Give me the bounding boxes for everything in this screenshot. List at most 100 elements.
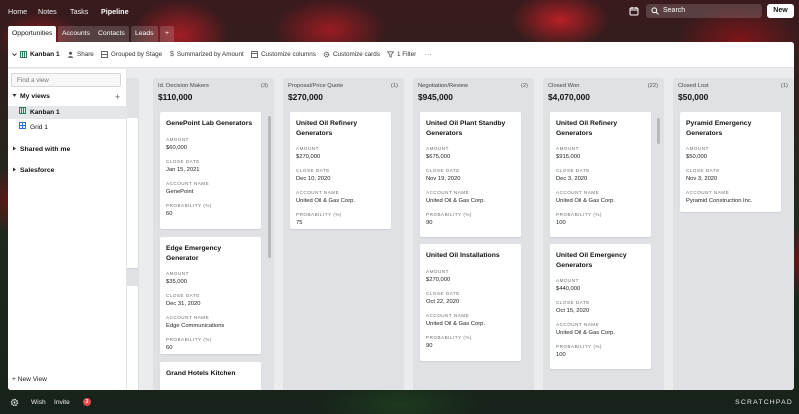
close-date-value: Oct 22, 2020 — [426, 298, 460, 305]
add-view-icon[interactable]: + — [115, 92, 120, 102]
notification-badge[interactable]: 3 — [83, 398, 91, 406]
column-name: Closed Lost — [678, 83, 709, 89]
close-date-value: Nov 19, 2020 — [426, 176, 461, 182]
group-by-button[interactable]: Grouped by Stage — [101, 51, 162, 58]
search-box[interactable]: Search — [646, 4, 762, 18]
probability-value: 100 — [556, 352, 566, 358]
opportunity-card[interactable]: Pyramid Emergency Generators AMOUNT $50,… — [680, 112, 781, 212]
card-title: Grand Hotels Kitchen — [166, 370, 236, 377]
nav-tasks[interactable]: Tasks — [70, 7, 88, 16]
find-view-input[interactable] — [11, 73, 121, 87]
amount-label: AMOUNT — [166, 136, 189, 142]
card-title: Edge Emergency Generator — [166, 245, 222, 262]
amount-label: AMOUNT — [426, 146, 449, 151]
nav-pipeline[interactable]: Pipeline — [101, 7, 129, 16]
card-title: United Oil Emergency Generators — [556, 252, 627, 269]
close-date-label: CLOSE DATE — [686, 168, 720, 173]
probability-label: PROBABILITY (%) — [426, 212, 472, 217]
new-view-button[interactable]: + New View — [12, 376, 47, 383]
opportunity-card[interactable]: United Oil Installations AMOUNT $270,000… — [420, 244, 521, 361]
opportunity-card[interactable]: GenePoint Lab Generators AMOUNT $60,000 … — [160, 112, 261, 229]
new-button[interactable]: New — [767, 4, 794, 18]
sidebar-item-kanban-1[interactable]: Kanban 1 — [8, 106, 127, 119]
probability-label: PROBABILITY (%) — [166, 337, 212, 342]
sidebar-item-label: Grid 1 — [30, 124, 48, 131]
shared-views-header[interactable]: Shared with me — [12, 146, 70, 153]
probability-value: 100 — [556, 220, 566, 226]
card-title: United Oil Plant Standby Generators — [426, 120, 506, 137]
account-name-label: ACCOUNT NAME — [166, 180, 210, 186]
customize-cards-button[interactable]: Customize cards — [323, 51, 380, 58]
salesforce-views-header[interactable]: Salesforce — [12, 167, 54, 174]
tab-accounts[interactable]: Accounts — [58, 26, 94, 42]
filter-button[interactable]: 1 Filter — [387, 51, 416, 58]
calendar-icon[interactable] — [629, 6, 639, 16]
sidebar-item-grid-1[interactable]: Grid 1 — [8, 121, 127, 134]
add-tab-button[interactable]: + — [160, 26, 174, 42]
tab-contacts[interactable]: Contacts — [94, 26, 129, 42]
column-header: Negotiation/Review (2) $945,000 — [418, 83, 528, 102]
close-date-label: CLOSE DATE — [426, 168, 460, 173]
kanban-icon — [19, 106, 26, 119]
view-selector[interactable]: Kanban 1 — [12, 51, 60, 58]
probability-value: 60 — [166, 345, 173, 351]
dollar-icon: $ — [170, 51, 174, 58]
tab-opportunities[interactable]: Opportunities — [8, 26, 57, 42]
account-name-label: ACCOUNT NAME — [556, 190, 600, 195]
amount-label: AMOUNT — [556, 146, 579, 151]
opportunity-card[interactable]: United Oil Plant Standby Generators AMOU… — [420, 112, 521, 237]
opportunity-card[interactable]: United Oil Refinery Generators AMOUNT $2… — [290, 112, 391, 229]
column-count: (1) — [780, 83, 788, 89]
close-date-value: Oct 15, 2020 — [556, 308, 590, 314]
opportunity-card[interactable]: United Oil Emergency Generators AMOUNT $… — [550, 244, 651, 369]
caret-right-icon — [12, 146, 17, 153]
customize-columns-label: Customize columns — [261, 51, 316, 58]
wish-link[interactable]: Wish — [31, 399, 46, 406]
customize-columns-button[interactable]: Customize columns — [251, 51, 316, 58]
more-options-button[interactable]: ··· — [425, 51, 431, 58]
search-label: Search — [663, 7, 686, 14]
opportunity-card[interactable]: United Oil Refinery Generators AMOUNT $9… — [550, 112, 651, 237]
caret-down-icon — [12, 93, 17, 100]
account-name-label: ACCOUNT NAME — [166, 315, 210, 320]
column-name: Proposal/Price Quote — [288, 83, 344, 89]
column-header: Closed Lost (1) $50,000 — [678, 83, 788, 102]
gear-icon — [323, 51, 330, 58]
bottom-bar: Wish Invite 3 SCRATCHPAD — [0, 390, 799, 414]
card-title: Pyramid Emergency Generators — [686, 120, 752, 137]
invite-link[interactable]: Invite — [54, 399, 70, 406]
column-scrollbar[interactable] — [268, 116, 271, 258]
column-scrollbar[interactable] — [657, 118, 660, 144]
column-amount: $270,000 — [288, 92, 323, 102]
my-views-header[interactable]: My views — [12, 93, 50, 100]
views-sidebar: My views + Kanban 1 Grid 1 Shared with m… — [8, 69, 127, 390]
share-label: Share — [77, 51, 94, 58]
account-name-label: ACCOUNT NAME — [296, 190, 340, 195]
column-name: Id. Decision Makers — [158, 83, 209, 89]
nav-notes[interactable]: Notes — [38, 7, 57, 16]
account-name-label: ACCOUNT NAME — [686, 190, 730, 195]
amount-value: $35,000 — [166, 279, 187, 285]
summarize-button[interactable]: $ Summarized by Amount — [170, 51, 244, 58]
tab-leads[interactable]: Leads — [131, 26, 158, 42]
column-header: Closed Won (22) $4,070,000 — [548, 83, 658, 102]
close-date-value: Dec 10, 2020 — [296, 176, 331, 182]
share-button[interactable]: Share — [67, 51, 94, 58]
brand-logo: SCRATCHPAD — [735, 399, 793, 406]
card-title: United Oil Refinery Generators — [556, 120, 618, 137]
kanban-column: Closed Lost (1) $50,000 Pyramid Emergenc… — [673, 78, 794, 390]
column-name: Closed Won — [548, 83, 580, 89]
close-date-label: CLOSE DATE — [166, 293, 200, 298]
nav-home[interactable]: Home — [8, 7, 27, 16]
account-name-label: ACCOUNT NAME — [426, 190, 470, 195]
person-icon — [67, 51, 74, 58]
opportunity-card[interactable]: Grand Hotels Kitchen — [160, 362, 261, 390]
account-name-value: United Oil & Gas Corp. — [426, 320, 485, 327]
settings-gear-icon[interactable] — [10, 398, 19, 409]
kanban-column: Closed Won (22) $4,070,000 United Oil Re… — [543, 78, 664, 390]
amount-label: AMOUNT — [296, 146, 319, 151]
opportunity-card[interactable]: Edge Emergency Generator AMOUNT $35,000 … — [160, 237, 261, 354]
group-by-label: Grouped by Stage — [111, 51, 163, 58]
sidebar-item-label: Kanban 1 — [30, 109, 60, 116]
top-nav: Home Notes Tasks Pipeline Search New — [0, 0, 799, 22]
